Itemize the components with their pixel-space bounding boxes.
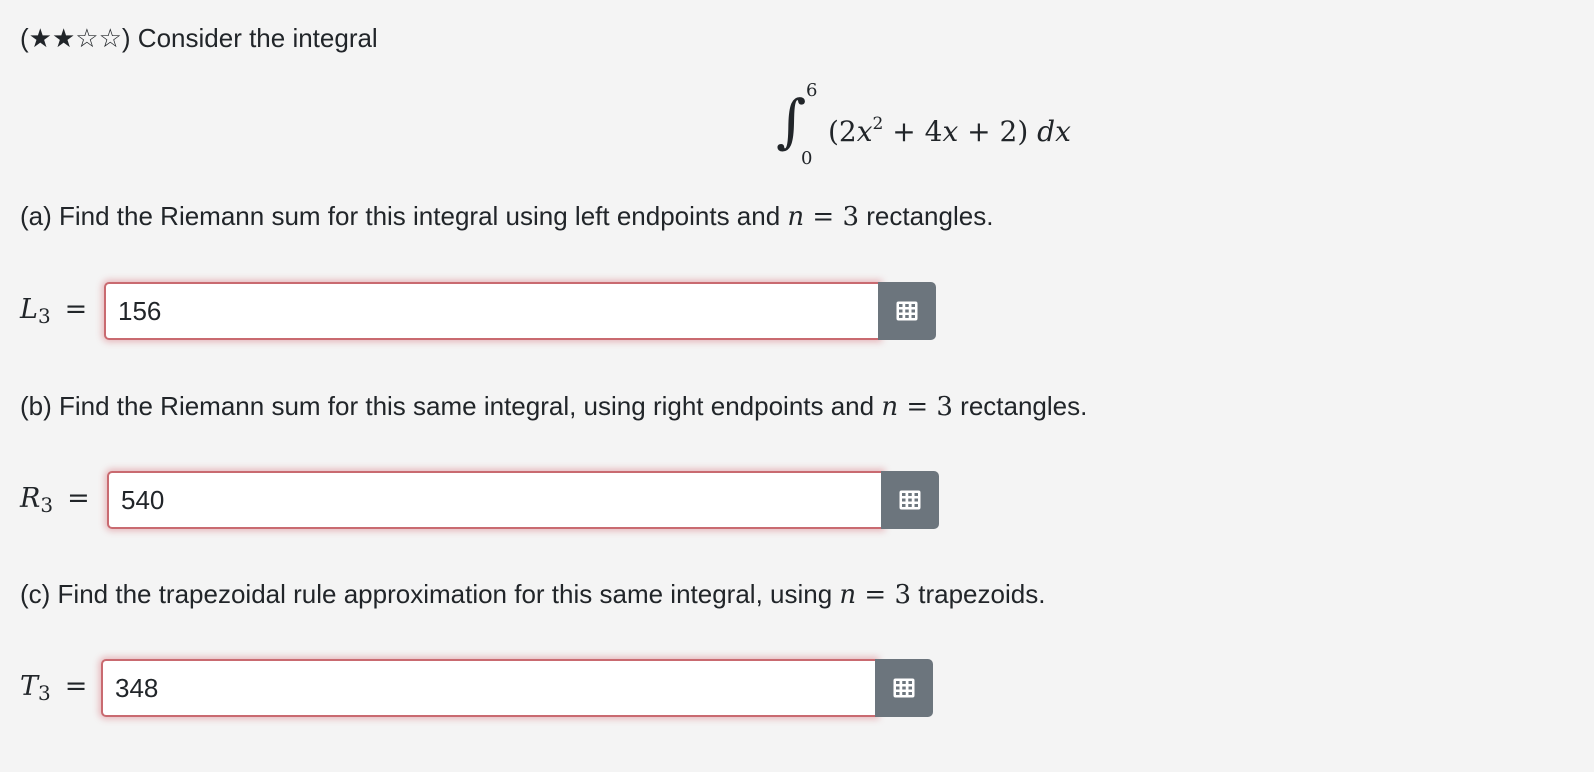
question-intro: (★★☆☆) Consider the integral [20, 22, 378, 54]
label-subscript: 3 [37, 304, 51, 328]
integrand-part: (2 [828, 115, 857, 148]
grid-icon [896, 301, 918, 321]
label-letter: T [20, 671, 39, 702]
n-value: = 3 [856, 580, 912, 610]
label-subscript: 3 [38, 681, 51, 705]
equals-sign: = [67, 483, 90, 514]
answer-row-c: T3 = [20, 659, 940, 719]
answer-input-l3[interactable] [104, 282, 880, 340]
integral-expression: ∫ 6 0 (2x2 + 4x + 2) dx [776, 80, 1096, 172]
matrix-input-button[interactable] [881, 471, 939, 529]
grid-icon [899, 490, 921, 510]
answer-row-a: L3 = [20, 282, 940, 342]
label-subscript: 3 [40, 493, 54, 517]
integral-sign: ∫ [776, 87, 807, 155]
integrand-variable: x [942, 115, 959, 148]
answer-label-t3: T3 = [20, 669, 87, 711]
n-value: = 3 [898, 392, 953, 422]
part-c-prompt: (c) Find the trapezoidal rule approximat… [20, 578, 1045, 611]
part-b-prompt: (b) Find the Riemann sum for this same i… [20, 390, 1087, 423]
equals-sign: = [64, 294, 88, 325]
answer-row-b: R3 = [20, 471, 940, 531]
grid-icon [893, 678, 915, 698]
equals-sign: = [64, 671, 88, 702]
differential: dx [1037, 115, 1071, 148]
part-a-prompt: (a) Find the Riemann sum for this integr… [20, 200, 993, 233]
prompt-text: rectangles. [952, 391, 1088, 421]
intro-text: Consider the integral [137, 23, 378, 53]
prompt-text: (a) Find the Riemann sum for this integr… [20, 201, 788, 231]
answer-input-t3[interactable] [101, 659, 877, 717]
answer-input-r3[interactable] [107, 471, 883, 529]
integrand-part: + 4 [883, 115, 943, 148]
integrand: (2x2 + 4x + 2) dx [828, 106, 1071, 150]
integrand-variable: x [856, 115, 873, 148]
matrix-input-button[interactable] [878, 282, 936, 340]
prompt-text: trapezoids. [911, 579, 1046, 609]
prompt-text: rectangles. [859, 201, 994, 231]
lower-limit: 0 [801, 148, 813, 169]
answer-label-r3: R3 = [20, 481, 90, 523]
answer-label-l3: L3 = [20, 292, 87, 334]
n-variable: n [839, 580, 857, 610]
label-letter: L [20, 294, 38, 325]
matrix-input-button[interactable] [875, 659, 933, 717]
upper-limit: 6 [806, 80, 818, 101]
prompt-text: (b) Find the Riemann sum for this same i… [20, 391, 882, 421]
n-variable: n [881, 392, 899, 422]
difficulty-stars: (★★☆☆) [20, 23, 131, 53]
label-letter: R [20, 483, 41, 514]
n-value: = 3 [804, 202, 860, 232]
n-variable: n [787, 202, 805, 232]
prompt-text: (c) Find the trapezoidal rule approximat… [20, 579, 840, 609]
integrand-exponent: 2 [872, 114, 884, 134]
integrand-part: + 2) [958, 115, 1038, 148]
